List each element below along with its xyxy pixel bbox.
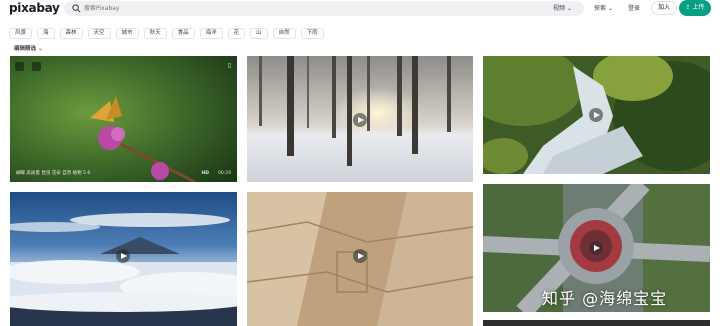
explore-menu[interactable]: 探索 ⌄ <box>594 3 613 12</box>
editors-choice-label: 编辑精选 <box>14 46 37 52</box>
tag-chip[interactable]: 森林 <box>59 28 83 39</box>
tag-chip[interactable]: 自然 <box>272 28 296 39</box>
tag-chip[interactable]: 花 <box>227 28 246 39</box>
video-card-snowy-forest[interactable] <box>247 56 473 182</box>
top-navigation-bar: pixabay 视频 ⌄ 探索 ⌄ 登录 加入 ⇪ 上传 <box>0 0 720 18</box>
play-icon[interactable] <box>116 249 130 263</box>
video-card-next-row[interactable] <box>483 320 710 326</box>
video-duration: 00:29 <box>218 171 231 176</box>
editors-choice-dropdown[interactable]: 编辑精选 ⌄ <box>14 44 43 52</box>
chevron-down-icon: ⌄ <box>37 46 43 52</box>
pixabay-logo[interactable]: pixabay <box>9 1 60 15</box>
media-type-select[interactable]: 视频 ⌄ <box>553 3 572 12</box>
search-bar[interactable] <box>64 1 584 16</box>
join-button[interactable]: 加入 <box>651 1 678 15</box>
tag-chip[interactable]: 食品 <box>171 28 195 39</box>
explore-label: 探索 <box>594 5 607 12</box>
upload-button[interactable]: ⇪ 上传 <box>679 0 711 16</box>
chevron-down-icon: ⌄ <box>566 5 572 12</box>
play-icon[interactable] <box>353 249 367 263</box>
video-card-waterfall[interactable] <box>483 56 710 174</box>
tag-chip[interactable]: 海 <box>37 28 55 39</box>
video-card-mount-fuji[interactable] <box>10 192 237 326</box>
search-input[interactable] <box>84 2 284 14</box>
media-type-label: 视频 <box>553 5 566 12</box>
mute-icon[interactable] <box>15 62 24 71</box>
tag-chip[interactable]: 下雨 <box>300 28 324 39</box>
tag-chip[interactable]: 海洋 <box>199 28 223 39</box>
hd-badge: HD <box>201 171 209 176</box>
play-icon[interactable] <box>589 241 603 255</box>
tag-chip[interactable]: 山 <box>250 28 268 39</box>
video-card-aerial-desert[interactable] <box>247 192 473 326</box>
tag-chip[interactable]: 风景 <box>9 28 33 39</box>
chevron-down-icon: ⌄ <box>607 5 613 12</box>
play-icon[interactable] <box>589 108 603 122</box>
zhihu-watermark: 知乎 @海绵宝宝 <box>542 289 668 308</box>
upload-label: 上传 <box>692 4 705 11</box>
login-link[interactable]: 登录 <box>628 3 640 12</box>
tag-chip[interactable]: 天空 <box>87 28 111 39</box>
play-icon[interactable] <box>353 113 367 127</box>
like-icon[interactable] <box>32 62 41 71</box>
butterfly-thumbnail <box>10 56 237 182</box>
bookmark-icon[interactable]: ▯ <box>228 62 231 69</box>
tag-chip[interactable]: 城市 <box>115 28 139 39</box>
search-icon[interactable] <box>72 4 81 13</box>
video-card-butterfly[interactable]: ▯ 蝴蝶 高质量 昆虫 花朵 自然 植物 5 6 HD 00:29 <box>10 56 237 182</box>
category-tags: 风景 海 森林 天空 城市 秋天 食品 海洋 花 山 自然 下雨 <box>9 28 324 39</box>
tag-chip[interactable]: 秋天 <box>143 28 167 39</box>
upload-icon: ⇪ <box>685 4 691 11</box>
video-tags-caption: 蝴蝶 高质量 昆虫 花朵 自然 植物 5 6 <box>16 171 91 176</box>
